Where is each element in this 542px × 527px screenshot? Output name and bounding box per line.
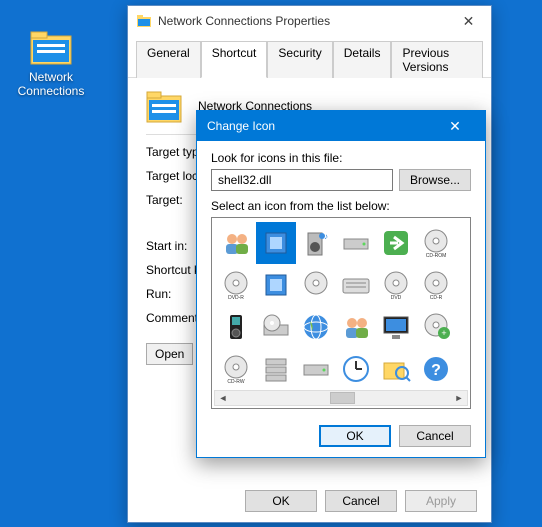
tab-details[interactable]: Details [333, 41, 392, 78]
properties-footer: OK Cancel Apply [245, 490, 477, 512]
svg-text:DVD-R: DVD-R [228, 295, 244, 301]
cancel-button[interactable]: Cancel [399, 425, 471, 447]
two-people-icon[interactable] [336, 306, 376, 348]
speaker-music-icon[interactable]: ♪ [296, 222, 336, 264]
arrow-right-icon[interactable] [376, 222, 416, 264]
people-group-icon[interactable] [216, 222, 256, 264]
scroll-thumb[interactable] [330, 392, 355, 404]
icon-list: ♪ CD-ROM DVD-R DVD CD-R + CD-RW? ◄ ► [211, 217, 471, 409]
cd-rw-disc-icon[interactable]: CD-RW [216, 348, 256, 390]
svg-text:CD-RW: CD-RW [227, 379, 244, 385]
scroll-left-arrow[interactable]: ◄ [215, 391, 231, 405]
desktop-shortcut-network-connections[interactable]: Network Connections [16, 30, 86, 98]
tab-general[interactable]: General [136, 41, 201, 78]
clock-icon[interactable] [336, 348, 376, 390]
ok-button[interactable]: OK [319, 425, 391, 447]
svg-text:DVD: DVD [391, 295, 402, 301]
tabs-bar: General Shortcut Security Details Previo… [128, 36, 491, 78]
look-for-icons-label: Look for icons in this file: [211, 151, 471, 165]
tab-previous-versions[interactable]: Previous Versions [391, 41, 483, 78]
disc-plus-icon[interactable]: + [416, 306, 456, 348]
change-icon-titlebar[interactable]: Change Icon ✕ [197, 111, 485, 141]
tab-shortcut[interactable]: Shortcut [201, 41, 268, 78]
drive-icon[interactable] [336, 222, 376, 264]
svg-text:CD-ROM: CD-ROM [426, 253, 447, 259]
cd-rom-disc-icon[interactable]: CD-ROM [416, 222, 456, 264]
keyboard-icon[interactable] [336, 264, 376, 306]
svg-text:+: + [441, 328, 446, 338]
cancel-button[interactable]: Cancel [325, 490, 397, 512]
computer-chip-icon[interactable] [256, 222, 296, 264]
svg-text:♪: ♪ [324, 232, 328, 241]
close-button[interactable]: ✕ [446, 7, 491, 35]
close-button[interactable]: ✕ [435, 118, 475, 135]
select-icon-label: Select an icon from the list below: [211, 199, 471, 213]
search-folder-icon[interactable] [376, 348, 416, 390]
hard-drive-icon[interactable] [296, 348, 336, 390]
icon-file-path-input[interactable] [211, 169, 393, 191]
server-icon[interactable] [256, 348, 296, 390]
monitor-icon[interactable] [376, 306, 416, 348]
cd-r-disc-icon[interactable]: CD-R [416, 264, 456, 306]
globe-icon[interactable] [296, 306, 336, 348]
open-file-location-button[interactable]: Open [146, 343, 193, 365]
mp3-player-icon[interactable] [216, 306, 256, 348]
svg-text:?: ? [431, 362, 441, 379]
help-question-icon[interactable]: ? [416, 348, 456, 390]
folder-icon [136, 13, 152, 29]
blue-disc-icon[interactable] [296, 264, 336, 306]
browse-button[interactable]: Browse... [399, 169, 471, 191]
apply-button: Apply [405, 490, 477, 512]
folder-icon [30, 30, 72, 66]
change-icon-title: Change Icon [207, 119, 435, 133]
scroll-right-arrow[interactable]: ► [451, 391, 467, 405]
desktop-shortcut-label: Network Connections [16, 70, 86, 98]
dvd-r-disc-icon[interactable]: DVD-R [216, 264, 256, 306]
ok-button[interactable]: OK [245, 490, 317, 512]
dvd-disc-icon[interactable]: DVD [376, 264, 416, 306]
horizontal-scrollbar[interactable]: ◄ ► [214, 390, 468, 406]
item-icon [146, 88, 182, 124]
scroll-track[interactable] [231, 391, 451, 405]
tab-security[interactable]: Security [267, 41, 332, 78]
properties-titlebar[interactable]: Network Connections Properties ✕ [128, 6, 491, 36]
change-icon-dialog: Change Icon ✕ Look for icons in this fil… [196, 110, 486, 458]
blue-chip-icon[interactable] [256, 264, 296, 306]
svg-text:CD-R: CD-R [430, 295, 443, 301]
disc-drive-icon[interactable] [256, 306, 296, 348]
properties-title: Network Connections Properties [158, 14, 446, 28]
change-icon-footer: OK Cancel [197, 419, 485, 457]
